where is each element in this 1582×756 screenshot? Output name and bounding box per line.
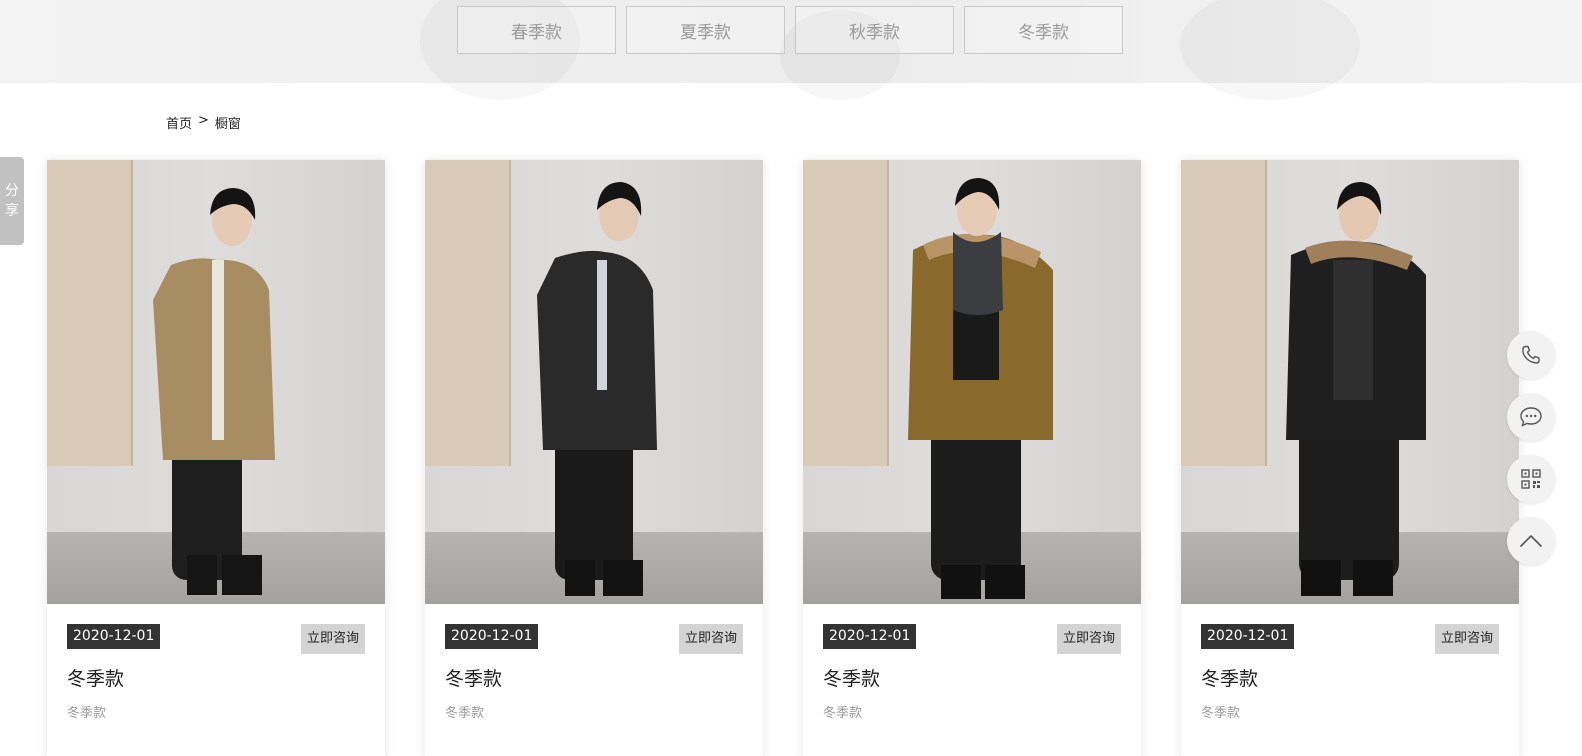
consult-button[interactable]: 立即咨询 bbox=[300, 624, 365, 654]
breadcrumb-current: 橱窗 bbox=[214, 117, 241, 132]
breadcrumb-separator: > bbox=[198, 113, 209, 128]
model-figure bbox=[537, 182, 657, 596]
consult-button[interactable]: 立即咨询 bbox=[1056, 624, 1121, 654]
phone-button[interactable] bbox=[1507, 331, 1555, 379]
phone-icon bbox=[1522, 345, 1540, 364]
product-photo bbox=[425, 160, 763, 604]
date-badge: 2020-12-01 bbox=[67, 624, 161, 649]
product-photo bbox=[803, 160, 1141, 604]
product-card[interactable]: 2020-12-01 立即咨询 冬季款 冬季款 bbox=[47, 160, 385, 756]
product-title[interactable]: 冬季款 bbox=[823, 664, 880, 691]
qr-code-button[interactable] bbox=[1507, 455, 1555, 503]
model-figure bbox=[908, 178, 1053, 599]
product-card[interactable]: 2020-12-01 立即咨询 冬季款 冬季款 bbox=[803, 160, 1141, 756]
chat-icon bbox=[1520, 407, 1542, 427]
date-badge: 2020-12-01 bbox=[1201, 624, 1295, 649]
date-badge: 2020-12-01 bbox=[445, 624, 539, 649]
tab-summer[interactable]: 夏季款 bbox=[626, 6, 785, 54]
product-title[interactable]: 冬季款 bbox=[67, 664, 124, 691]
consult-button[interactable]: 立即咨询 bbox=[678, 624, 743, 654]
tab-spring[interactable]: 春季款 bbox=[457, 6, 616, 54]
qr-code-icon bbox=[1521, 469, 1541, 489]
product-photo bbox=[1181, 160, 1519, 604]
product-card[interactable]: 2020-12-01 立即咨询 冬季款 冬季款 bbox=[425, 160, 763, 756]
date-badge: 2020-12-01 bbox=[823, 624, 917, 649]
product-subtitle: 冬季款 bbox=[445, 706, 485, 721]
tab-autumn[interactable]: 秋季款 bbox=[795, 6, 954, 54]
product-subtitle: 冬季款 bbox=[67, 706, 107, 721]
back-to-top-icon bbox=[1520, 535, 1542, 547]
share-label-line2: 享 bbox=[5, 203, 19, 219]
product-title[interactable]: 冬季款 bbox=[445, 664, 502, 691]
season-tabs: 春季款 夏季款 秋季款 冬季款 bbox=[457, 6, 1123, 54]
product-title[interactable]: 冬季款 bbox=[1201, 664, 1258, 691]
product-subtitle: 冬季款 bbox=[1201, 706, 1241, 721]
share-label-line1: 分 bbox=[5, 183, 19, 199]
chat-button[interactable] bbox=[1507, 393, 1555, 441]
back-to-top-button[interactable] bbox=[1507, 517, 1555, 565]
tab-winter[interactable]: 冬季款 bbox=[964, 6, 1123, 54]
consult-button[interactable]: 立即咨询 bbox=[1434, 624, 1499, 654]
product-card[interactable]: 2020-12-01 立即咨询 冬季款 冬季款 bbox=[1181, 160, 1519, 756]
floating-toolbar bbox=[1507, 331, 1555, 565]
breadcrumb-home[interactable]: 首页 bbox=[166, 113, 192, 132]
product-grid: 2020-12-01 立即咨询 冬季款 冬季款 2020-12-01 立即咨询 bbox=[47, 160, 1519, 756]
banner-decoration bbox=[1180, 0, 1360, 100]
product-photo bbox=[47, 160, 385, 604]
model-figure bbox=[153, 188, 275, 595]
model-figure bbox=[1286, 182, 1426, 596]
season-banner: 春季款 夏季款 秋季款 冬季款 bbox=[0, 0, 1582, 83]
product-subtitle: 冬季款 bbox=[823, 706, 863, 721]
breadcrumb: 首页 > 橱窗 bbox=[166, 113, 241, 132]
share-button[interactable]: 分 享 bbox=[0, 157, 24, 245]
